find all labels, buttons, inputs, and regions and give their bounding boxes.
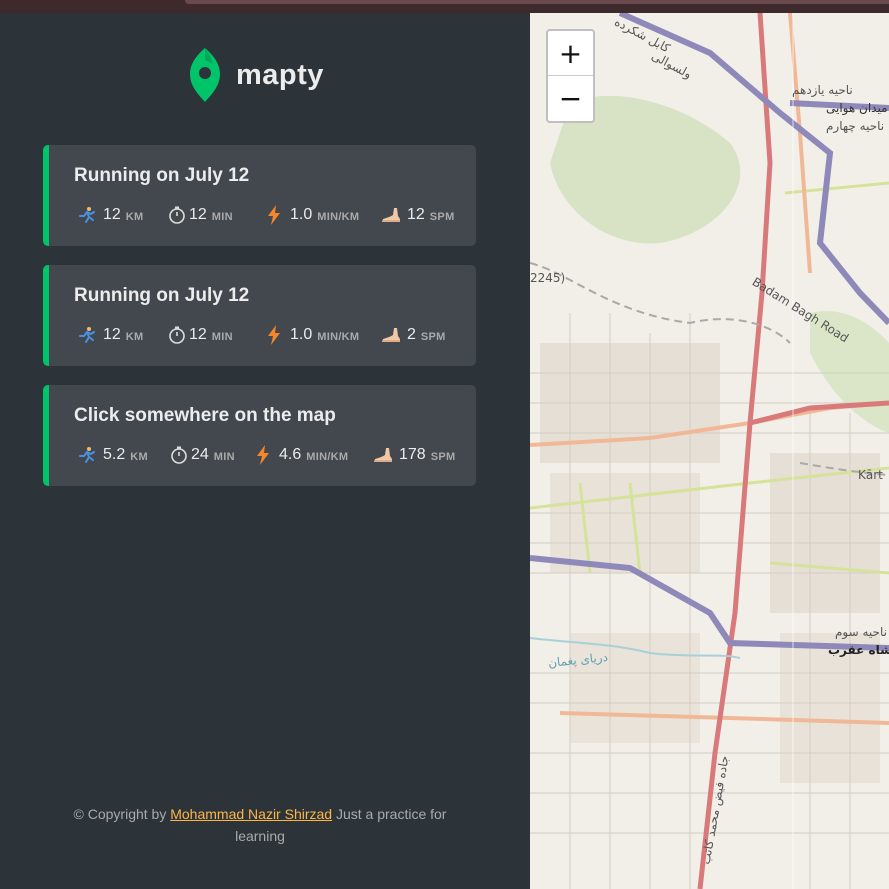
logo: mapty: [188, 45, 324, 105]
lightning-icon: [264, 205, 284, 225]
workout-cadence: 2 SPM: [381, 323, 446, 347]
workout-duration: 12 MIN: [167, 323, 233, 347]
workout-card[interactable]: Click somewhere on the map 5.2 KM 24 MIN: [43, 385, 476, 486]
workout-distance: 5.2 KM: [77, 443, 148, 467]
workout-pace: 1.0 MIN/KM: [264, 323, 359, 347]
stopwatch-icon: [167, 205, 187, 225]
sidebar: mapty Running on July 12 12 KM 12 MIN 1.…: [0, 13, 530, 889]
workout-distance: 12 KM: [77, 203, 144, 227]
foot-icon: [373, 445, 393, 465]
copyright-footer: © Copyright by Mohammad Nazir Shirzad Ju…: [60, 803, 460, 847]
workout-cadence: 12 SPM: [381, 203, 455, 227]
copyright-prefix: © Copyright by: [73, 806, 167, 822]
workout-distance: 12 KM: [77, 323, 144, 347]
workout-pace: 1.0 MIN/KM: [264, 203, 359, 227]
browser-top-strip: [0, 0, 889, 13]
map-pin-icon: [190, 48, 220, 102]
zoom-in-button[interactable]: +: [548, 31, 593, 76]
map-label-district: شاه عقرب: [828, 643, 889, 657]
running-person-icon: [77, 325, 97, 345]
zoom-control: + −: [546, 29, 595, 123]
lightning-icon: [253, 445, 273, 465]
workout-list: Running on July 12 12 KM 12 MIN 1.0 MIN/…: [43, 145, 476, 505]
map-tiles: [530, 13, 889, 889]
foot-icon: [381, 205, 401, 225]
map-label-district: ناحیه چهارم: [826, 119, 885, 133]
stopwatch-icon: [167, 325, 187, 345]
map[interactable]: Badam Bagh Road Kārt 2245) ناحیه یازدهم …: [530, 13, 889, 889]
stopwatch-icon: [169, 445, 189, 465]
workout-duration: 24 MIN: [169, 443, 235, 467]
workout-title: Click somewhere on the map: [74, 405, 336, 426]
foot-icon: [381, 325, 401, 345]
map-label-district: ناحیه سوم: [835, 625, 887, 639]
running-person-icon: [77, 445, 97, 465]
browser-tab-strip: [185, 0, 889, 4]
workout-title: Running on July 12: [74, 165, 250, 186]
workout-card[interactable]: Running on July 12 12 KM 12 MIN 1.0 MIN/…: [43, 265, 476, 366]
map-label-number: 2245): [530, 271, 566, 285]
map-label-place: Kārt: [858, 468, 883, 482]
workout-pace: 4.6 MIN/KM: [253, 443, 348, 467]
workout-title: Running on July 12: [74, 285, 250, 306]
zoom-out-button[interactable]: −: [548, 76, 593, 121]
logo-text: mapty: [236, 58, 324, 91]
author-link[interactable]: Mohammad Nazir Shirzad: [170, 806, 332, 822]
map-label-district: میدان هوایی: [826, 101, 888, 115]
lightning-icon: [264, 325, 284, 345]
workout-card[interactable]: Running on July 12 12 KM 12 MIN 1.0 MIN/…: [43, 145, 476, 246]
map-label-district: ناحیه یازدهم: [792, 83, 853, 97]
workout-duration: 12 MIN: [167, 203, 233, 227]
workout-cadence: 178 SPM: [373, 443, 455, 467]
running-person-icon: [77, 205, 97, 225]
